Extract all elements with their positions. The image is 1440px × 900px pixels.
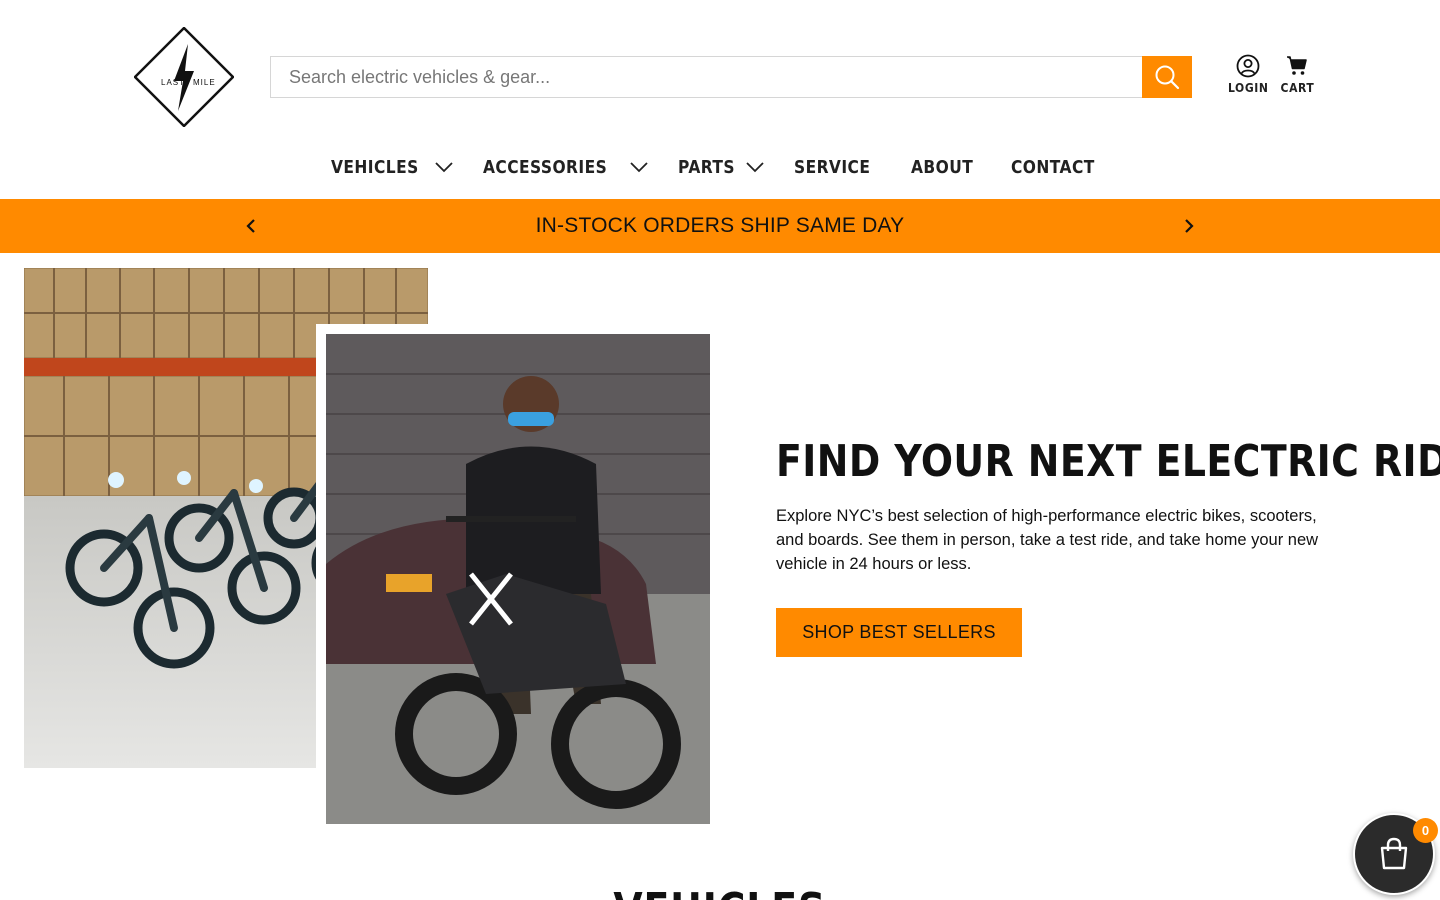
shopping-bag-icon (1380, 837, 1408, 870)
hero-image-rider (326, 334, 710, 824)
nav-label: SERVICE (794, 156, 871, 178)
cart-label: CART (1280, 81, 1315, 95)
header-actions: LOGIN CART (1228, 54, 1314, 95)
user-icon (1236, 54, 1260, 78)
nav-item-parts[interactable]: PARTS (678, 150, 766, 184)
site-logo[interactable]: LAST MILE (134, 27, 234, 127)
nav-item-accessories[interactable]: ACCESSORIES (483, 150, 649, 184)
nav-label: PARTS (677, 156, 735, 178)
login-label: LOGIN (1228, 81, 1269, 95)
search-bar (270, 56, 1192, 98)
login-link[interactable]: LOGIN (1228, 54, 1269, 95)
section-heading-text: VEHICLES (614, 880, 827, 900)
hero-title: FIND YOUR NEXT ELECTRIC RIDE (776, 436, 1440, 487)
nav-label: CONTACT (1011, 156, 1095, 178)
nav-label: VEHICLES (331, 156, 420, 178)
search-icon (1155, 65, 1180, 90)
nav-label: ACCESSORIES (483, 156, 608, 178)
chevron-down-icon (746, 162, 764, 173)
section-heading: VEHICLES (0, 880, 1440, 900)
search-button[interactable] (1142, 56, 1192, 98)
cart-link[interactable]: CART (1281, 54, 1315, 95)
chevron-right-icon[interactable] (1177, 214, 1201, 238)
svg-text:LAST: LAST (161, 78, 185, 87)
main-nav: VEHICLES ACCESSORIES PARTS SERVICE ABOUT… (0, 150, 1440, 184)
nav-item-service[interactable]: SERVICE (794, 150, 883, 184)
announcement-text: IN-STOCK ORDERS SHIP SAME DAY (535, 214, 905, 237)
cart-count-badge: 0 (1413, 818, 1438, 843)
announcement-bar: IN-STOCK ORDERS SHIP SAME DAY (0, 199, 1440, 253)
nav-item-vehicles[interactable]: VEHICLES (331, 150, 455, 184)
chevron-down-icon (630, 162, 648, 173)
svg-text:MILE: MILE (193, 78, 216, 87)
nav-label: ABOUT (910, 156, 974, 178)
shop-best-sellers-button[interactable]: SHOP BEST SELLERS (776, 608, 1022, 657)
cart-icon (1287, 56, 1308, 75)
search-input[interactable] (270, 56, 1142, 98)
nav-item-about[interactable]: ABOUT (911, 150, 983, 184)
hero-description: Explore NYC’s best selection of high-per… (776, 507, 1319, 573)
chevron-down-icon (435, 162, 454, 173)
nav-item-contact[interactable]: CONTACT (1011, 150, 1108, 184)
